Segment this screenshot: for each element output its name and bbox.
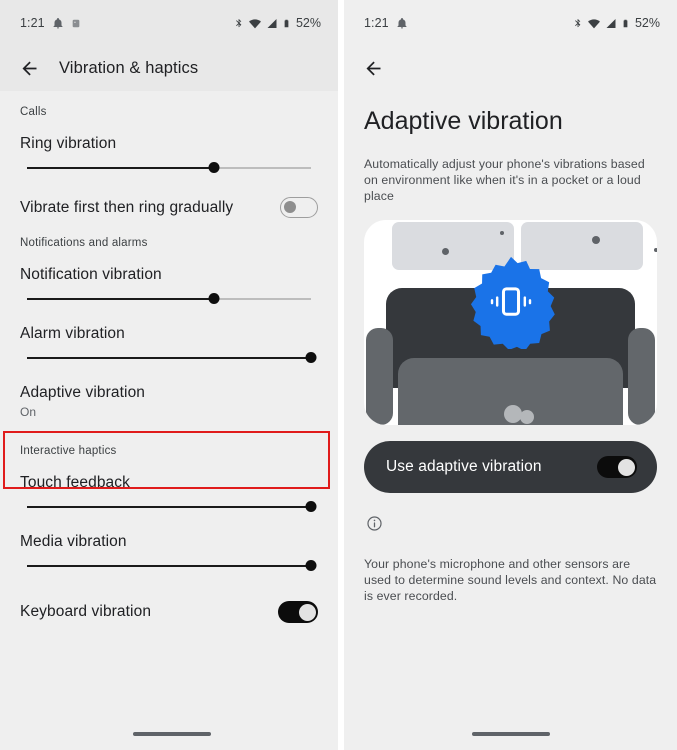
battery-icon [623,19,628,27]
slider-fill [27,357,311,359]
setting-label: Adaptive vibration [20,384,146,401]
use-adaptive-vibration-label: Use adaptive vibration [386,458,542,475]
wifi-icon [249,18,261,28]
alarm-vibration-slider[interactable] [27,343,317,373]
detail-title: Adaptive vibration [364,107,563,135]
setting-media-vibration[interactable]: Media vibration [0,522,338,581]
back-arrow-icon [366,61,380,76]
battery-percent: 52% [295,16,321,30]
left-phone-screen: 1:21 52% Vibration & haptics Calls Ring … [0,0,338,750]
keyboard-vibration-toggle[interactable] [278,601,318,623]
cushion-button-small [520,410,534,424]
use-adaptive-vibration-toggle[interactable] [597,456,637,478]
info-icon-container [364,493,657,537]
slider-fill [27,565,311,567]
slider-thumb[interactable] [305,560,317,571]
status-time: 1:21 [20,16,45,30]
setting-value: On [20,405,37,419]
cellular-signal-icon [606,18,616,28]
section-header-calls: Calls [20,106,47,118]
frame-dot [500,231,504,235]
slider-thumb[interactable] [305,501,317,512]
media-vibration-slider[interactable] [27,551,317,581]
setting-ring-vibration[interactable]: Ring vibration [0,124,338,183]
settings-list: Calls Ring vibration Vibrate first then … [0,91,338,750]
toggle-knob [617,458,635,476]
status-bar-right: 1:21 52% [344,0,677,46]
frame-dot [654,248,657,252]
bluetooth-icon [575,18,581,27]
slider-fill [27,506,311,508]
battery-icon [284,19,289,27]
info-circle-icon [367,516,382,531]
slider-thumb[interactable] [208,293,220,304]
nav-gesture-pill[interactable] [133,732,211,736]
back-button[interactable] [358,54,388,84]
right-phone-screen: 1:21 52% Adaptive vibration Automaticall… [344,0,677,750]
adaptive-vibration-illustration [364,220,657,425]
slider-fill [27,298,215,300]
detail-body: Adaptive vibration Automatically adjust … [344,91,677,604]
slider-fill [27,167,215,169]
status-bar-left-group: 1:21 [364,16,408,30]
status-bar-right-group: 52% [573,16,660,30]
ring-vibration-slider[interactable] [27,153,311,183]
status-time: 1:21 [364,16,389,30]
slider-thumb[interactable] [305,352,317,363]
frame-dot [592,236,600,244]
dual-phone-screenshot: 1:21 52% Vibration & haptics Calls Ring … [0,0,677,750]
setting-notification-vibration[interactable]: Notification vibration [0,255,338,314]
setting-adaptive-vibration[interactable]: Adaptive vibration On [0,373,338,427]
use-adaptive-vibration-card[interactable]: Use adaptive vibration [364,441,657,493]
setting-alarm-vibration[interactable]: Alarm vibration [0,314,338,373]
app-bar-left: Vibration & haptics [0,46,338,91]
privacy-footer-note: Your phone's microphone and other sensor… [364,557,657,603]
bell-icon [397,17,407,28]
setting-label: Touch feedback [20,474,130,491]
setting-label: Notification vibration [20,266,162,283]
status-bar-left: 1:21 52% [0,0,338,46]
setting-label: Keyboard vibration [20,603,152,620]
setting-label: Media vibration [20,533,127,550]
battery-percent: 52% [634,16,660,30]
back-arrow-icon [22,61,36,76]
couch-arm-left [366,328,393,425]
bell-icon [53,17,63,28]
cellular-signal-icon [267,18,277,28]
back-button[interactable] [14,54,44,84]
status-bar-left-group: 1:21 [20,16,81,30]
page-title: Vibration & haptics [59,59,199,77]
setting-vibrate-first-then-ring[interactable]: Vibrate first then ring gradually [0,183,338,228]
setting-touch-feedback[interactable]: Touch feedback [0,463,338,522]
touch-feedback-slider[interactable] [27,492,317,522]
section-header-interactive-haptics: Interactive haptics [20,445,117,457]
app-notification-icon [72,19,80,27]
setting-label: Ring vibration [20,135,117,152]
couch-arm-right [628,328,655,425]
section-header-notifications: Notifications and alarms [20,237,148,249]
slider-thumb[interactable] [208,162,220,173]
vibration-badge [470,256,555,349]
bluetooth-icon [236,18,242,27]
detail-description: Automatically adjust your phone's vibrat… [364,157,645,203]
wifi-icon [588,18,600,28]
toggle-knob [284,200,296,213]
setting-label: Alarm vibration [20,325,125,342]
app-bar-right [344,46,677,91]
frame-dot [442,248,449,255]
toggle-knob [298,603,316,621]
vibrate-first-toggle[interactable] [280,197,318,218]
status-bar-right-group: 52% [234,16,321,30]
setting-label: Vibrate first then ring gradually [20,198,234,216]
nav-gesture-pill[interactable] [472,732,550,736]
notification-vibration-slider[interactable] [27,284,311,314]
setting-keyboard-vibration[interactable]: Keyboard vibration [0,581,338,633]
